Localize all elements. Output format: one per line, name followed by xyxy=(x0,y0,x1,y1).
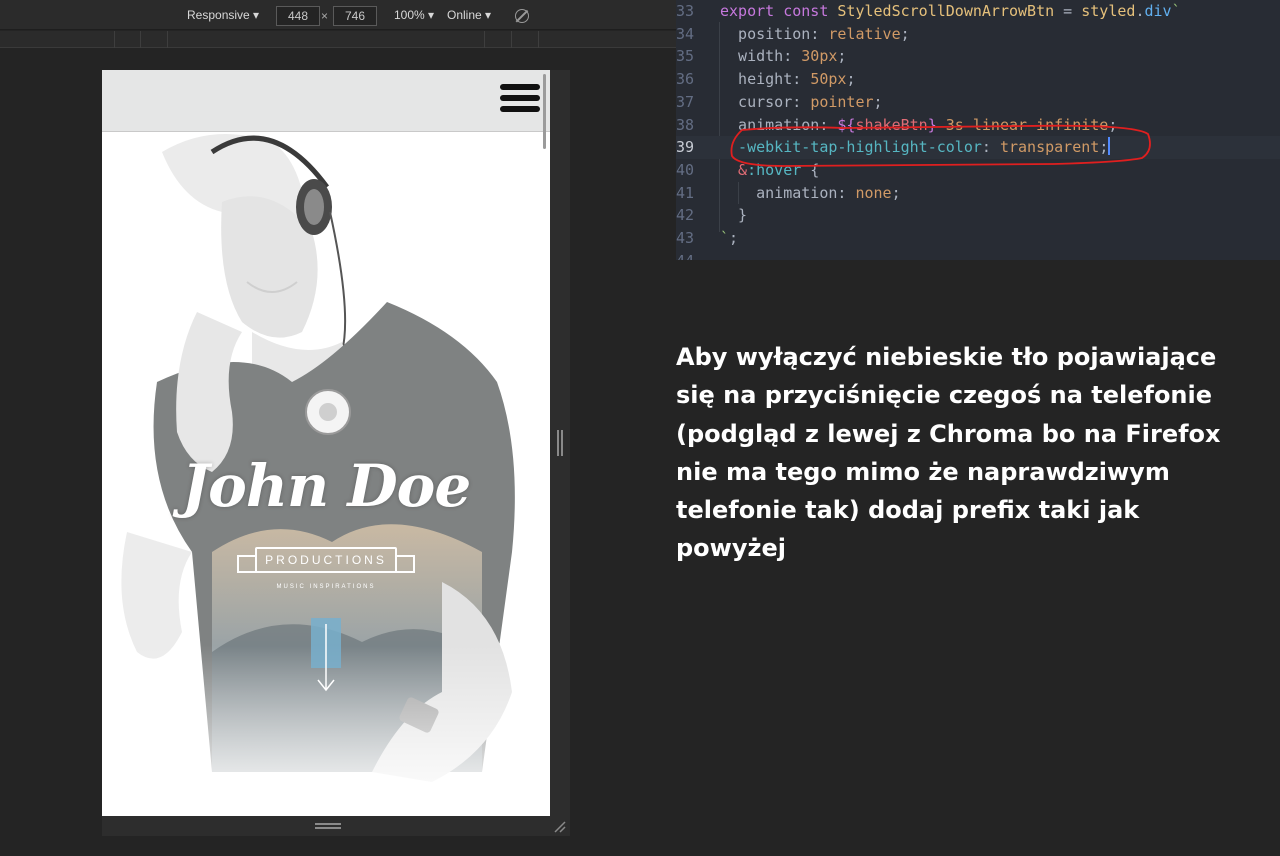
code-token: relative xyxy=(828,24,901,43)
code-token: 50px xyxy=(810,70,847,89)
dimension-separator: × xyxy=(321,9,329,23)
resize-height-handle[interactable] xyxy=(315,823,341,829)
resize-width-handle[interactable] xyxy=(557,430,563,456)
code-token: ; xyxy=(900,24,910,43)
line-number: 43 xyxy=(676,229,695,247)
code-token: StyledScrollDownArrowBtn xyxy=(837,2,1055,20)
code-line[interactable]: 43 `; xyxy=(676,227,1280,250)
line-number: 36 xyxy=(676,70,695,89)
code-text: `; xyxy=(720,227,738,250)
ribbon-text: PRODUCTIONS xyxy=(265,553,387,567)
code-token: cursor xyxy=(720,92,793,111)
device-toolbar: Responsive ▾ 448 × 746 100% ▾ Online ▾ xyxy=(0,0,676,30)
zoom-select-label: 100% xyxy=(394,8,425,22)
brand-title: John Doe xyxy=(181,452,472,520)
line-number: 39 xyxy=(676,138,695,157)
annotation-text: Aby wyłączyć niebieskie tło pojawiające … xyxy=(676,343,1221,563)
code-line[interactable]: 44 xyxy=(676,250,1280,260)
code-token: ; xyxy=(846,70,856,89)
code-line[interactable]: 42 } xyxy=(676,204,1280,227)
code-token: pointer xyxy=(810,92,874,111)
tagline: MUSIC INSPIRATIONS xyxy=(276,584,376,590)
code-token: : xyxy=(792,92,811,111)
productions-ribbon: PRODUCTIONS xyxy=(237,547,415,577)
code-token: = xyxy=(1054,2,1082,20)
code-token: styled xyxy=(1081,2,1136,20)
code-token: animation xyxy=(720,183,838,202)
code-text: } xyxy=(720,204,747,227)
resize-corner-icon[interactable] xyxy=(553,820,567,834)
line-number: 42 xyxy=(676,206,695,225)
code-token: ; xyxy=(837,47,847,66)
code-token: div xyxy=(1144,2,1172,20)
code-text: cursor: pointer; xyxy=(720,91,883,114)
height-input[interactable]: 746 xyxy=(333,6,377,26)
code-line[interactable]: 35 width: 30px; xyxy=(676,45,1280,68)
hamburger-menu-icon[interactable] xyxy=(500,84,540,116)
code-line[interactable]: 37 cursor: pointer; xyxy=(676,91,1280,114)
line-number: 34 xyxy=(676,24,695,43)
code-token: height xyxy=(720,70,793,89)
line-number: 40 xyxy=(676,160,695,179)
code-token: : xyxy=(810,24,829,43)
code-editor[interactable]: 33 export const StyledScrollDownArrowBtn … xyxy=(676,0,1280,260)
code-token: } xyxy=(720,206,748,225)
line-number: 37 xyxy=(676,92,695,111)
throttle-select[interactable]: Online ▾ xyxy=(447,8,491,22)
line-number: 41 xyxy=(676,183,695,202)
code-token: ; xyxy=(891,183,901,202)
width-input[interactable]: 448 xyxy=(276,6,320,26)
code-line[interactable]: 34 position: relative; xyxy=(676,23,1280,46)
code-text: position: relative; xyxy=(720,23,910,46)
code-text: height: 50px; xyxy=(720,68,855,91)
code-text: width: 30px; xyxy=(720,45,846,68)
code-token: ; xyxy=(873,92,883,111)
throttle-select-label: Online xyxy=(447,8,482,22)
code-token: export xyxy=(720,2,784,20)
code-token: ; xyxy=(729,229,739,247)
line-number: 33 xyxy=(676,2,695,20)
emulated-phone-screen: John Doe PRODUCTIONS MUSIC INSPIRATIONS xyxy=(102,70,550,816)
code-token: const xyxy=(783,2,838,20)
red-highlight-circle xyxy=(730,124,1151,167)
code-token: 30px xyxy=(801,47,838,66)
device-select-label: Responsive xyxy=(187,8,250,22)
code-token: ` xyxy=(720,229,730,247)
device-select[interactable]: Responsive ▾ xyxy=(187,8,259,22)
line-number: 38 xyxy=(676,115,695,134)
code-token: position xyxy=(720,24,811,43)
rotate-icon[interactable] xyxy=(515,9,529,23)
line-number: 35 xyxy=(676,47,695,66)
code-token: : xyxy=(792,70,811,89)
arrow-down-icon xyxy=(317,624,335,692)
code-text: animation: none; xyxy=(720,182,901,205)
scroll-down-arrow-button[interactable] xyxy=(311,618,341,692)
zoom-select[interactable]: 100% ▾ xyxy=(394,8,434,22)
code-token: ` xyxy=(1171,2,1181,20)
code-token: : xyxy=(783,47,802,66)
site-navbar xyxy=(102,70,550,132)
media-query-bar xyxy=(0,31,676,48)
code-line[interactable]: 41 animation: none; xyxy=(676,182,1280,205)
page-scrollbar[interactable] xyxy=(543,74,546,149)
code-text: export const StyledScrollDownArrowBtn = … xyxy=(720,0,1181,23)
code-line[interactable]: 33 export const StyledScrollDownArrowBtn … xyxy=(676,0,1280,23)
code-token: : xyxy=(837,183,856,202)
hero-image: John Doe PRODUCTIONS MUSIC INSPIRATIONS xyxy=(102,132,550,816)
code-token: width xyxy=(720,47,784,66)
code-line[interactable]: 36 height: 50px; xyxy=(676,68,1280,91)
line-number: 44 xyxy=(676,250,694,260)
code-token: none xyxy=(855,183,892,202)
